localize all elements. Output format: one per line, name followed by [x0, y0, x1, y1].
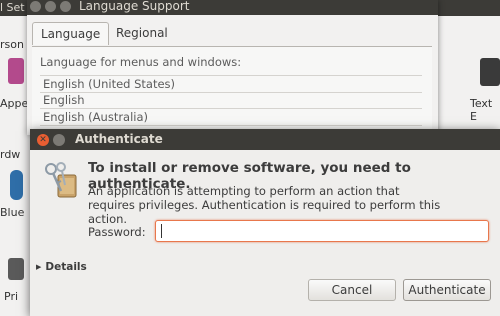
text-caret [161, 224, 162, 238]
authenticate-title: Authenticate [75, 132, 163, 146]
minimize-icon[interactable] [53, 134, 65, 146]
close-icon[interactable]: ✕ [37, 134, 49, 146]
language-list-item[interactable]: English (Australia) [40, 109, 422, 126]
printers-icon[interactable] [8, 258, 24, 280]
minimize-window-icon[interactable] [45, 1, 56, 12]
maximize-window-icon[interactable] [60, 1, 71, 12]
bluetooth-label[interactable]: Blue [0, 206, 24, 219]
language-tab-panel: Language for menus and windows: English … [32, 46, 432, 136]
keys-icon [45, 162, 77, 198]
hardware-category-label: rdw [0, 148, 21, 161]
text-entry-icon[interactable] [480, 58, 500, 86]
text-entry-label[interactable]: Text E [470, 97, 500, 123]
password-field[interactable] [155, 220, 489, 242]
language-list-item[interactable]: English (United States) [40, 75, 422, 93]
settings-title: l Set [0, 1, 25, 14]
language-support-title: Language Support [79, 0, 190, 13]
authenticate-dialog: ✕ Authenticate To install or remove soft… [30, 129, 500, 316]
details-label: Details [45, 261, 87, 273]
language-list-item[interactable]: English [40, 92, 422, 109]
language-hint: Language for menus and windows: [40, 55, 242, 69]
expander-arrow-icon: ▶ [36, 263, 42, 271]
language-support-titlebar: Language Support [27, 0, 438, 15]
password-label: Password: [88, 225, 146, 239]
personal-category-label: rson [0, 38, 24, 51]
printers-label[interactable]: Pri [4, 290, 18, 303]
authenticate-button[interactable]: Authenticate [403, 279, 491, 301]
close-window-icon[interactable] [30, 1, 41, 12]
tab-regional-formats[interactable]: Regional Formats [108, 22, 176, 62]
tab-language[interactable]: Language [32, 22, 110, 45]
authenticate-titlebar: ✕ Authenticate [30, 129, 500, 150]
appearance-icon[interactable] [8, 58, 24, 84]
bluetooth-icon[interactable] [10, 170, 23, 200]
cancel-button[interactable]: Cancel [308, 279, 396, 301]
language-support-window: Language Support Language Regional Forma… [27, 0, 438, 136]
appearance-label[interactable]: Appe [0, 97, 28, 110]
details-expander[interactable]: ▶ Details [36, 261, 87, 273]
